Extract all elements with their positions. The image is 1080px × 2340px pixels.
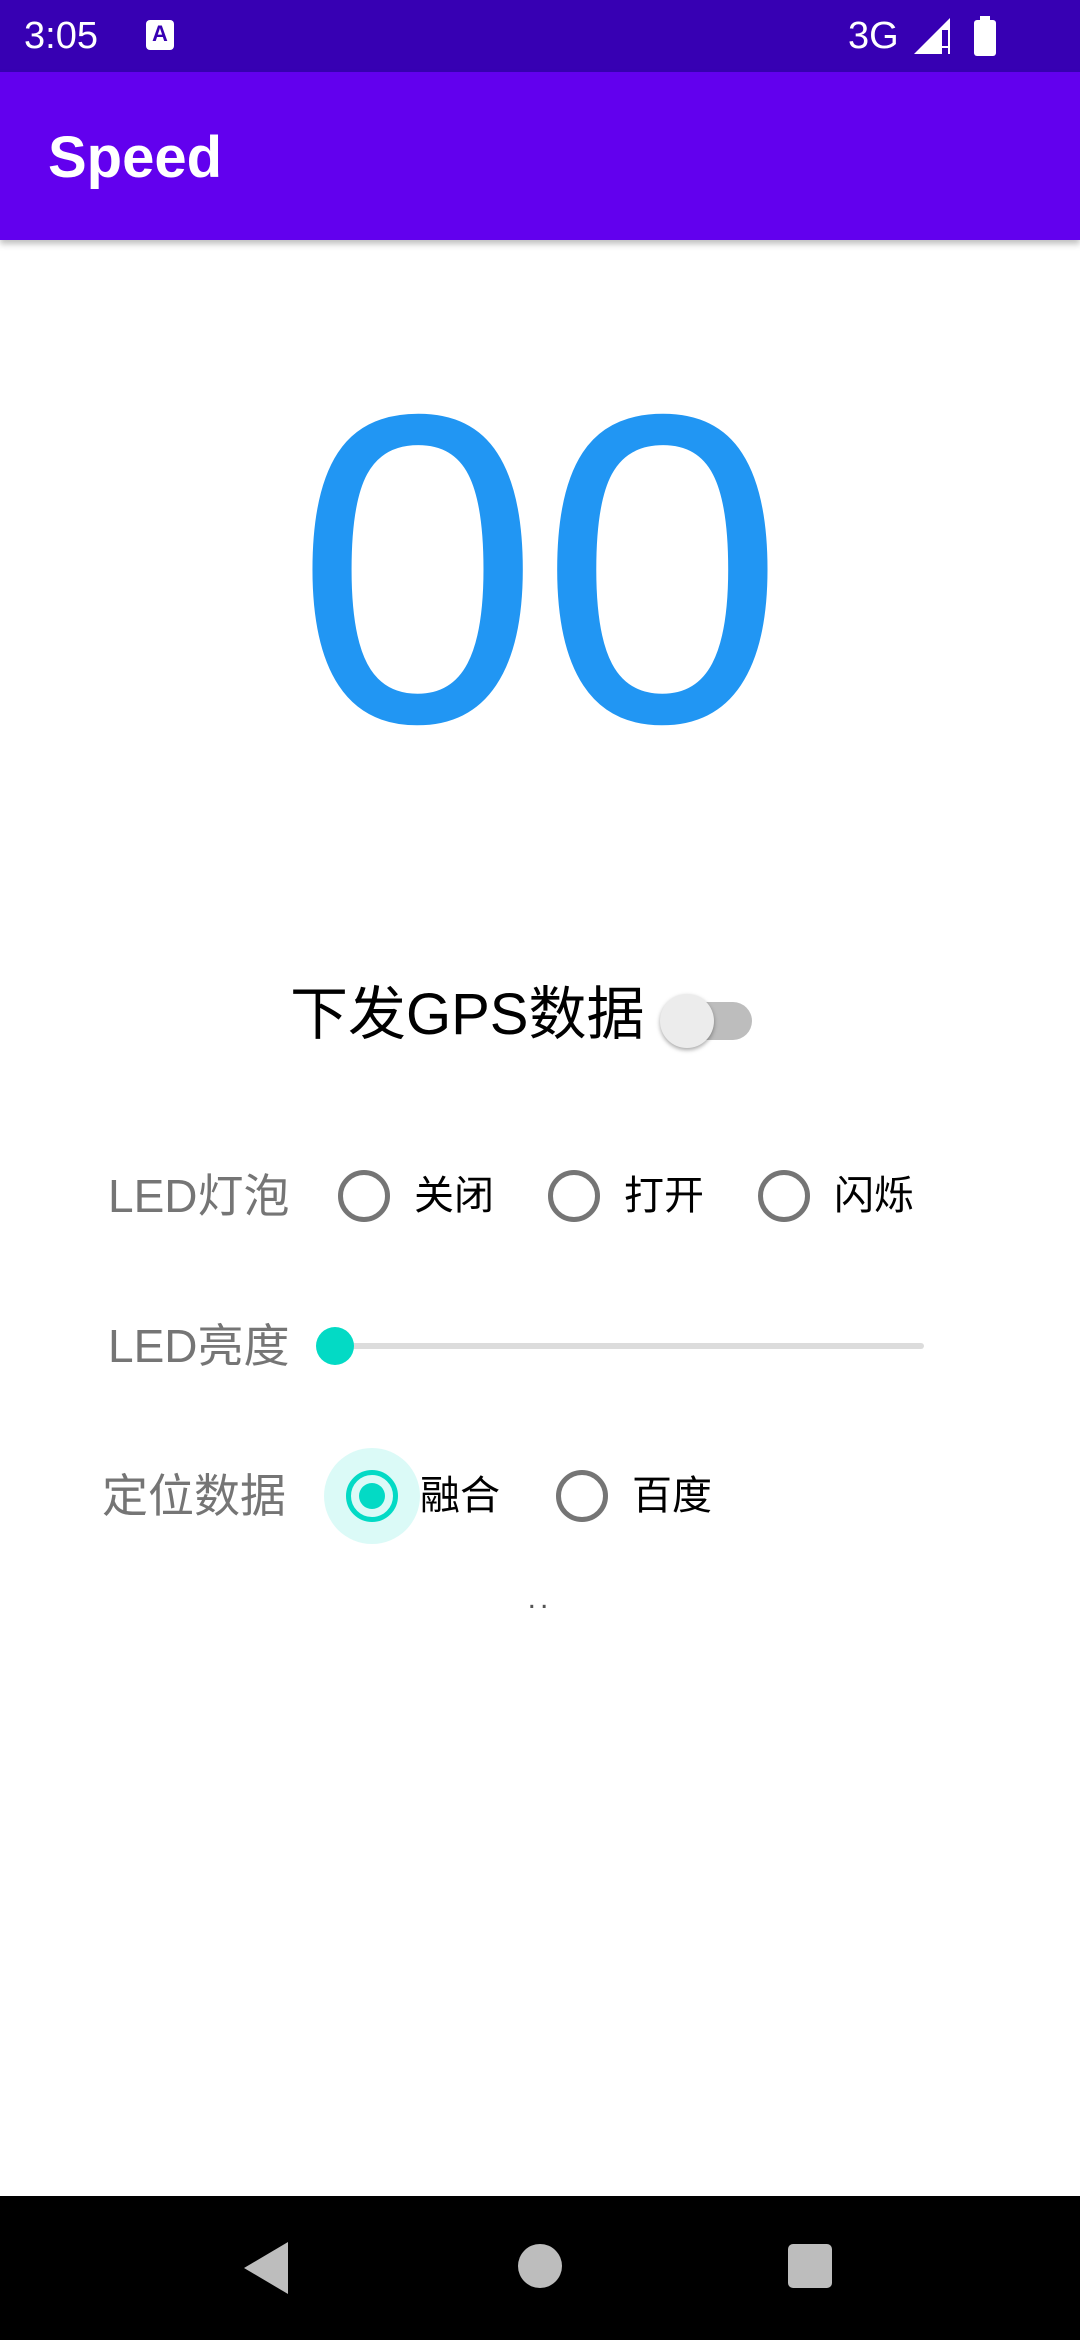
status-bar: 3:05 A 3G [0,0,1080,72]
battery-icon [974,16,996,56]
home-icon[interactable] [518,2244,562,2288]
app-bar: Speed [0,72,1080,240]
location-option-baidu-radio[interactable] [556,1470,608,1522]
led-brightness-label: LED亮度 [108,1320,290,1372]
nav-bar [0,2196,1080,2340]
led-brightness-slider-track[interactable] [336,1343,924,1349]
location-option-fusion-label[interactable]: 融合 [420,1470,500,1522]
signal-icon [914,18,950,54]
gps-row: 下发GPS数据 [0,970,1080,1060]
gps-switch-thumb [660,994,714,1048]
led-option-on-radio[interactable] [548,1170,600,1222]
gps-label: 下发GPS数据 [290,982,645,1047]
led-option-off-radio[interactable] [338,1170,390,1222]
notification-icon: A [146,20,174,50]
network-type: 3G [848,15,899,57]
led-bulb-label: LED灯泡 [108,1170,290,1222]
led-brightness-slider-thumb[interactable] [316,1327,354,1365]
recents-icon[interactable] [788,2244,832,2288]
location-status-text: .. [527,1582,553,1615]
speed-value: 00 [295,324,785,815]
radio-checked-dot [359,1483,385,1509]
led-option-blink-radio[interactable] [758,1170,810,1222]
location-option-baidu-label[interactable]: 百度 [632,1470,712,1522]
led-option-off-label[interactable]: 关闭 [414,1170,494,1222]
back-icon[interactable] [242,2240,290,2296]
gps-switch[interactable] [660,992,756,1048]
location-data-label: 定位数据 [102,1470,286,1522]
notification-icon-letter: A [152,21,168,46]
app-title: Speed [48,125,223,190]
led-option-on-label[interactable]: 打开 [624,1170,704,1222]
led-option-blink-label[interactable]: 闪烁 [834,1170,914,1222]
location-option-fusion-radio[interactable] [346,1470,398,1522]
status-time: 3:05 [24,15,98,57]
